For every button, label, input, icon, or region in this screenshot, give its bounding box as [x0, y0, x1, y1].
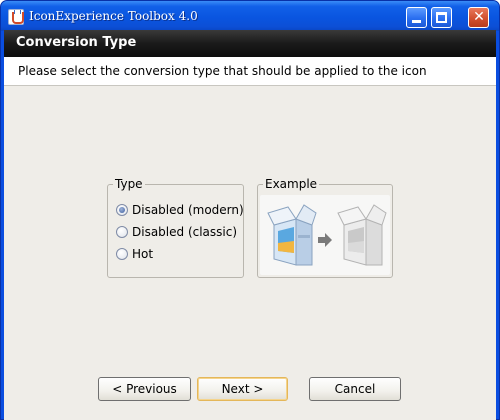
page-title: Conversion Type [16, 35, 137, 50]
example-preview [260, 195, 390, 275]
radio-button-checked-icon[interactable] [116, 204, 128, 216]
open-box-color-icon [267, 204, 317, 266]
java-cup-icon[interactable] [8, 9, 24, 25]
radio-label[interactable]: Hot [132, 247, 153, 262]
window-title: IconExperience Toolbox 4.0 [29, 9, 198, 23]
type-group-legend: Type [113, 177, 145, 191]
instruction-text: Please select the conversion type that s… [18, 64, 427, 78]
maximize-button[interactable] [431, 7, 452, 28]
minimize-button[interactable] [406, 7, 427, 28]
arrow-right-icon [318, 233, 332, 247]
radio-button-icon[interactable] [116, 248, 128, 260]
dialog-body [4, 30, 496, 420]
example-group-legend: Example [263, 177, 320, 191]
minimize-icon [412, 20, 421, 23]
open-box-disabled-icon [337, 204, 387, 266]
example-group: Example [257, 177, 393, 278]
radio-label[interactable]: Disabled (modern) [132, 203, 244, 218]
radio-button-icon[interactable] [116, 226, 128, 238]
type-group: Type Disabled (modern) Disabled (classic… [107, 177, 244, 278]
maximize-icon [436, 12, 447, 23]
previous-button[interactable]: < Previous [98, 377, 191, 401]
header-band: Conversion Type [4, 30, 496, 57]
next-button[interactable]: Next > [197, 377, 288, 401]
instruction-band: Please select the conversion type that s… [4, 57, 496, 86]
radio-label[interactable]: Disabled (classic) [132, 225, 237, 240]
close-icon: ✕ [473, 9, 485, 25]
example-illustration [267, 204, 387, 266]
close-button[interactable]: ✕ [468, 7, 489, 28]
cancel-button[interactable]: Cancel [309, 377, 401, 401]
title-bar[interactable]: IconExperience Toolbox 4.0 ✕ [1, 1, 499, 31]
